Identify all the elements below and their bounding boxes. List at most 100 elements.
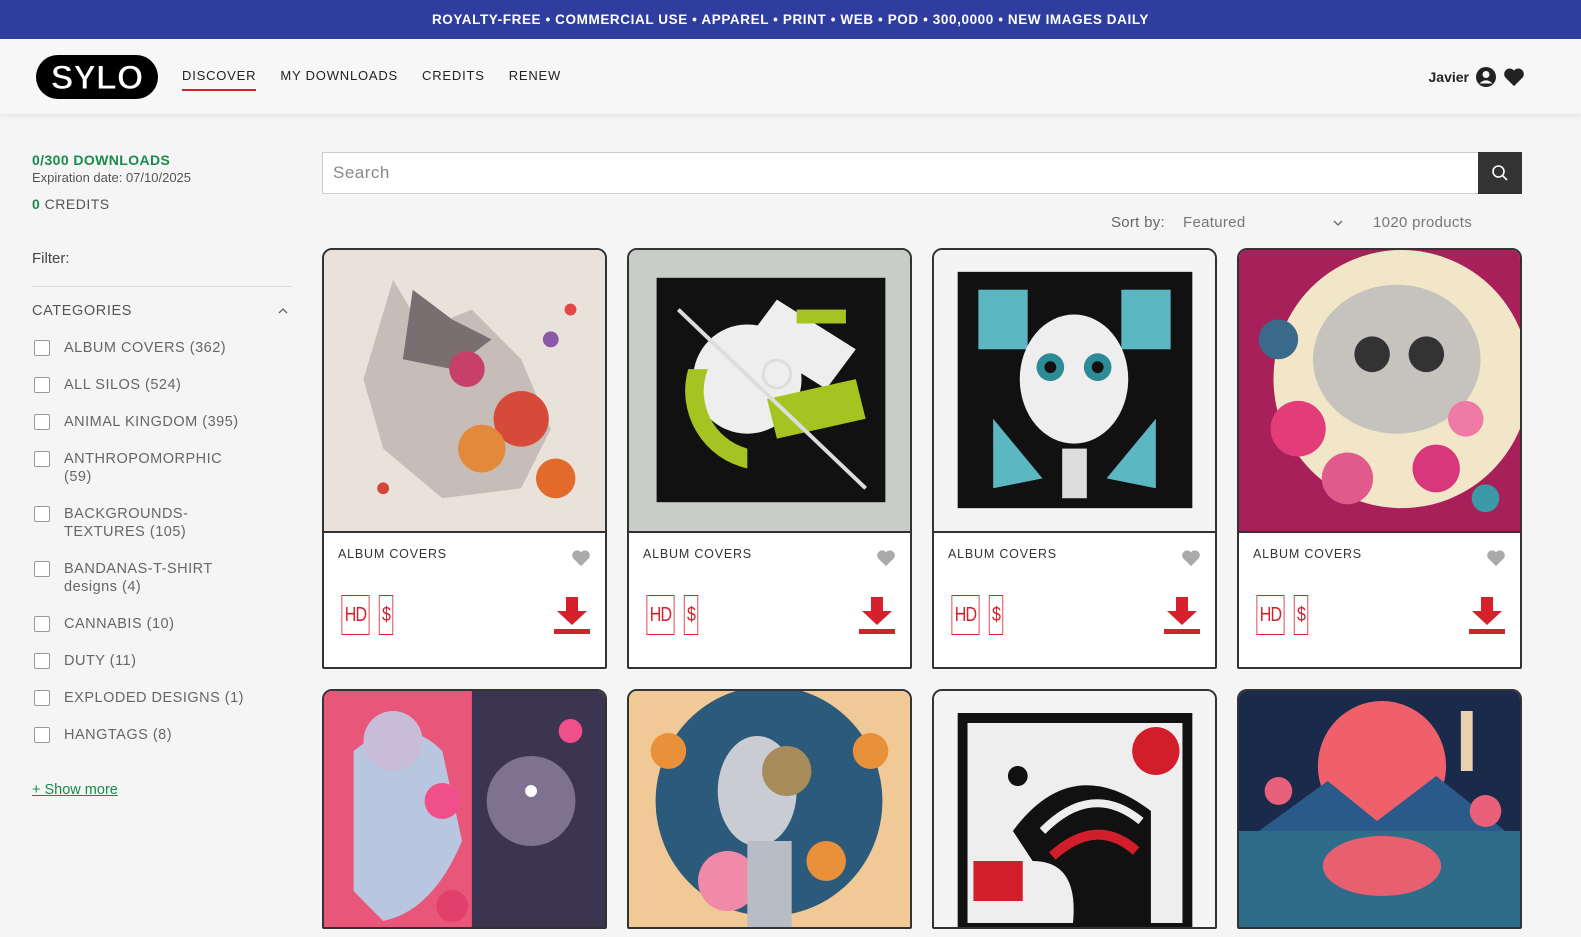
product-card[interactable] [627, 689, 912, 929]
category-album-covers[interactable]: ALBUM COVERS (362) [32, 339, 292, 357]
commercial-badge: $ [988, 595, 1004, 635]
commercial-badge: $ [378, 595, 394, 635]
downloads-count: 0/300 DOWNLOADS [32, 152, 171, 168]
categories-header[interactable]: CATEGORIES [32, 303, 292, 319]
checkbox[interactable] [34, 653, 50, 669]
favorite-heart-icon[interactable] [1486, 549, 1506, 567]
sort-label: Sort by: [1110, 214, 1166, 231]
category-anthropomorphic[interactable]: ANTHROPOMORPHIC (59) [32, 450, 292, 486]
nav-my-downloads[interactable]: MY DOWNLOADS [280, 62, 398, 91]
nav-discover[interactable]: DISCOVER [182, 62, 257, 91]
download-icon[interactable] [858, 595, 896, 635]
promo-banner: ROYALTY-FREE • COMMERCIAL USE • APPAREL … [0, 0, 1581, 39]
category-label[interactable]: DUTY (11) [64, 652, 136, 670]
product-image[interactable] [629, 250, 910, 533]
user-name[interactable]: Javier [1429, 69, 1469, 85]
category-cannabis[interactable]: CANNABIS (10) [32, 615, 292, 633]
category-label[interactable]: BACKGROUNDS-TEXTURES (105) [64, 505, 204, 541]
product-image[interactable] [1239, 691, 1520, 927]
product-card[interactable] [932, 689, 1217, 929]
product-info: ALBUM COVERS HD $ [934, 533, 1215, 667]
show-more-link[interactable]: + Show more [32, 782, 118, 798]
product-card[interactable]: ALBUM COVERS HD $ [627, 248, 912, 669]
commercial-badge: $ [683, 595, 699, 635]
product-category: ALBUM COVERS [1253, 547, 1362, 561]
category-backgrounds-textures[interactable]: BACKGROUNDS-TEXTURES (105) [32, 505, 292, 541]
product-image[interactable] [324, 250, 605, 533]
chevron-up-icon[interactable] [278, 308, 288, 314]
category-duty[interactable]: DUTY (11) [32, 652, 292, 670]
category-hangtags[interactable]: HANGTAGS (8) [32, 726, 292, 744]
commercial-badge: $ [1293, 595, 1309, 635]
main-nav: DISCOVER MY DOWNLOADS CREDITS RENEW [182, 62, 561, 91]
download-icon[interactable] [1468, 595, 1506, 635]
search-icon [1492, 165, 1508, 181]
checkbox[interactable] [34, 340, 50, 356]
checkbox[interactable] [34, 727, 50, 743]
product-card[interactable] [1237, 689, 1522, 929]
expiration-date: Expiration date: 07/10/2025 [32, 170, 192, 185]
user-menu[interactable]: Javier [1429, 39, 1525, 115]
categories-title[interactable]: CATEGORIES [32, 303, 132, 319]
credits-label: CREDITS [40, 196, 110, 212]
product-card[interactable]: ALBUM COVERS HD $ [932, 248, 1217, 669]
sort-selected[interactable]: Featured [1183, 214, 1245, 231]
category-label[interactable]: ANTHROPOMORPHIC (59) [64, 450, 239, 486]
user-icon[interactable] [1475, 66, 1497, 88]
category-all-silos[interactable]: ALL SILOS (524) [32, 376, 292, 394]
checkbox[interactable] [34, 451, 50, 467]
category-exploded-designs[interactable]: EXPLODED DESIGNS (1) [32, 689, 292, 707]
category-label[interactable]: ALBUM COVERS (362) [64, 339, 226, 357]
checkbox[interactable] [34, 377, 50, 393]
hd-badge: HD [646, 595, 675, 635]
checkbox[interactable] [34, 616, 50, 632]
nav-credits[interactable]: CREDITS [422, 62, 485, 91]
category-label[interactable]: EXPLODED DESIGNS (1) [64, 689, 244, 707]
sort-select[interactable]: Featured [1183, 214, 1343, 231]
product-image[interactable] [629, 691, 910, 927]
search-input[interactable] [322, 152, 1478, 194]
product-card[interactable]: ALBUM COVERS HD $ [322, 248, 607, 669]
favorite-heart-icon[interactable] [1181, 549, 1201, 567]
category-label[interactable]: HANGTAGS (8) [64, 726, 172, 744]
product-card[interactable] [322, 689, 607, 929]
category-bandanas[interactable]: BANDANAS-T-SHIRT designs (4) [32, 560, 292, 596]
license-badges: HD $ [338, 595, 395, 635]
download-icon[interactable] [553, 595, 591, 635]
product-info: ALBUM COVERS HD $ [1239, 533, 1520, 667]
sylo-logo[interactable]: SYLO [34, 52, 160, 102]
credits-count: 0 CREDITS [32, 196, 292, 212]
sort-bar: Sort by: Featured 1020 products [322, 214, 1522, 231]
hd-badge: HD [951, 595, 980, 635]
license-badges: HD $ [1253, 595, 1310, 635]
checkbox[interactable] [34, 561, 50, 577]
category-animal-kingdom[interactable]: ANIMAL KINGDOM (395) [32, 413, 292, 431]
category-label[interactable]: ANIMAL KINGDOM (395) [64, 413, 239, 431]
product-count: 1020 products [1373, 214, 1472, 231]
favorite-heart-icon[interactable] [571, 549, 591, 567]
filter-label: Filter: [32, 250, 292, 287]
checkbox[interactable] [34, 414, 50, 430]
checkbox[interactable] [34, 690, 50, 706]
heart-icon[interactable] [1503, 67, 1525, 87]
product-image[interactable] [934, 691, 1215, 927]
product-image[interactable] [934, 250, 1215, 533]
product-area: Sort by: Featured 1020 products [322, 152, 1522, 929]
category-label[interactable]: BANDANAS-T-SHIRT designs (4) [64, 560, 234, 596]
product-image[interactable] [324, 691, 605, 927]
nav-renew[interactable]: RENEW [509, 62, 561, 91]
product-card[interactable]: ALBUM COVERS HD $ [1237, 248, 1522, 669]
checkbox[interactable] [34, 506, 50, 522]
favorite-heart-icon[interactable] [876, 549, 896, 567]
sidebar: 0/300 DOWNLOADS Expiration date: 07/10/2… [32, 152, 292, 799]
product-info: ALBUM COVERS HD $ [629, 533, 910, 667]
category-list: ALBUM COVERS (362) ALL SILOS (524) ANIMA… [32, 339, 292, 744]
hd-badge: HD [1256, 595, 1285, 635]
download-icon[interactable] [1163, 595, 1201, 635]
chevron-down-icon[interactable] [1333, 220, 1343, 226]
search-button[interactable] [1478, 152, 1522, 194]
product-image[interactable] [1239, 250, 1520, 533]
site-header: SYLO DISCOVER MY DOWNLOADS CREDITS RENEW… [0, 39, 1581, 115]
category-label[interactable]: CANNABIS (10) [64, 615, 174, 633]
category-label[interactable]: ALL SILOS (524) [64, 376, 181, 394]
